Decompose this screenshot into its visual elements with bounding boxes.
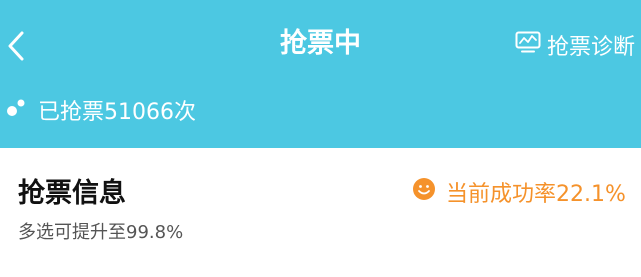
- diagnose-button[interactable]: 抢票诊断: [515, 29, 635, 61]
- success-rate: 当前成功率22.1%: [412, 176, 626, 208]
- bubbles-icon: [6, 96, 38, 124]
- grab-count-status: 已抢票51066次: [6, 93, 196, 127]
- success-rate-text: 当前成功率22.1%: [446, 182, 626, 207]
- back-button[interactable]: [0, 22, 40, 68]
- grab-count-text: 已抢票51066次: [38, 100, 196, 125]
- ticket-info-title: 抢票信息: [18, 178, 126, 209]
- smile-icon: [412, 177, 446, 207]
- header-bar: 抢票中 抢票诊断 已抢票51066次: [0, 0, 641, 148]
- chart-monitor-icon: [515, 31, 547, 59]
- diagnose-label: 抢票诊断: [547, 35, 636, 60]
- ticket-info-subtitle: 多选可提升至99.8%: [18, 222, 184, 243]
